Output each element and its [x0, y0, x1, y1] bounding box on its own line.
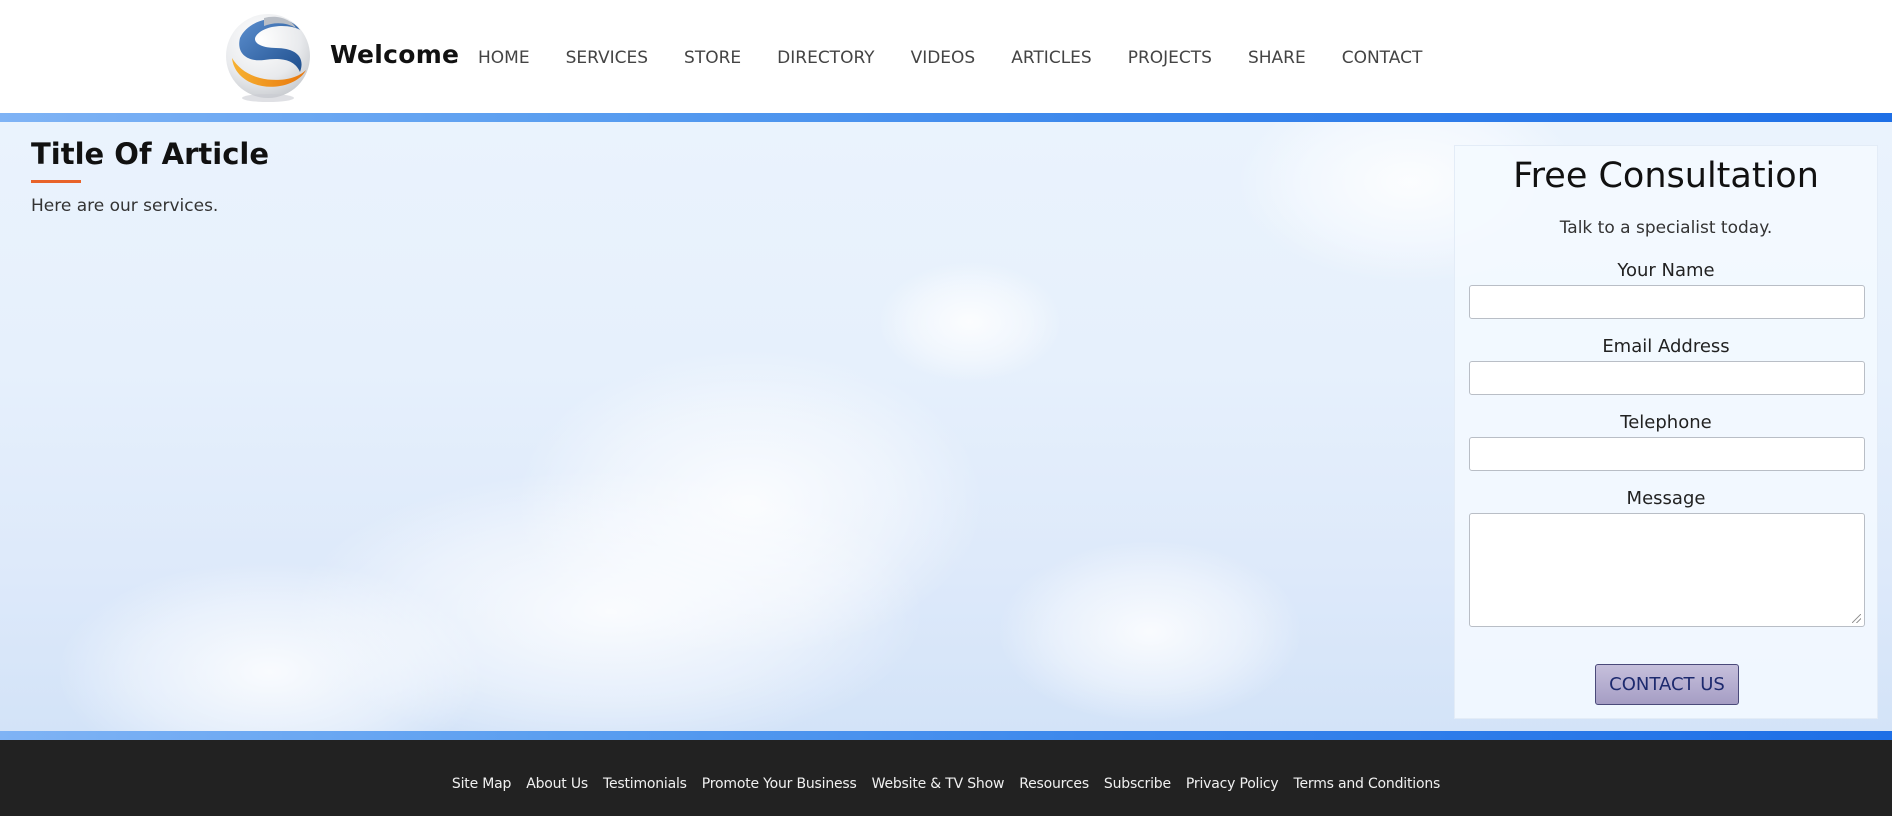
cloud-decoration [880, 262, 1060, 382]
footer-link-site-map[interactable]: Site Map [452, 776, 511, 792]
nav-services[interactable]: SERVICES [566, 48, 648, 68]
resize-grip-icon[interactable] [1852, 614, 1861, 623]
site-footer: Site Map About Us Testimonials Promote Y… [0, 740, 1892, 816]
consultation-title: Free Consultation [1513, 156, 1819, 196]
consultation-subtitle: Talk to a specialist today. [1559, 218, 1773, 238]
nav-contact[interactable]: CONTACT [1342, 48, 1423, 68]
footer-link-testimonials[interactable]: Testimonials [603, 776, 687, 792]
title-underline [31, 180, 81, 183]
message-textarea[interactable] [1469, 513, 1865, 627]
footer-link-about-us[interactable]: About Us [526, 776, 588, 792]
main-content: Title Of Article Here are our services. … [0, 122, 1892, 731]
header-divider-band [0, 113, 1892, 122]
consultation-form: Free Consultation Talk to a specialist t… [1454, 145, 1878, 719]
footer-link-website-tv-show[interactable]: Website & TV Show [872, 776, 1005, 792]
message-label: Message [1626, 488, 1706, 509]
cloud-decoration [1000, 542, 1300, 722]
telephone-label: Telephone [1620, 412, 1712, 433]
nav-videos[interactable]: VIDEOS [911, 48, 976, 68]
contact-us-button[interactable]: CONTACT US [1595, 664, 1739, 705]
footer-links: Site Map About Us Testimonials Promote Y… [0, 776, 1892, 792]
nav-directory[interactable]: DIRECTORY [777, 48, 874, 68]
email-label: Email Address [1602, 336, 1730, 357]
article-body: Here are our services. [31, 196, 219, 216]
globe-logo-icon[interactable] [220, 8, 316, 104]
nav-articles[interactable]: ARTICLES [1011, 48, 1091, 68]
footer-divider-band [0, 731, 1892, 740]
footer-link-promote-business[interactable]: Promote Your Business [702, 776, 857, 792]
telephone-input[interactable] [1469, 437, 1865, 471]
footer-link-subscribe[interactable]: Subscribe [1104, 776, 1171, 792]
site-brand[interactable]: Welcome [330, 40, 459, 69]
footer-link-terms[interactable]: Terms and Conditions [1294, 776, 1441, 792]
footer-link-privacy-policy[interactable]: Privacy Policy [1186, 776, 1279, 792]
email-input[interactable] [1469, 361, 1865, 395]
main-nav: HOME SERVICES STORE DIRECTORY VIDEOS ART… [478, 48, 1458, 68]
name-input[interactable] [1469, 285, 1865, 319]
name-label: Your Name [1617, 260, 1715, 281]
site-header: Welcome HOME SERVICES STORE DIRECTORY VI… [0, 0, 1892, 113]
nav-projects[interactable]: PROJECTS [1128, 48, 1212, 68]
nav-home[interactable]: HOME [478, 48, 530, 68]
footer-link-resources[interactable]: Resources [1019, 776, 1089, 792]
nav-store[interactable]: STORE [684, 48, 741, 68]
article-title: Title Of Article [31, 137, 270, 171]
nav-share[interactable]: SHARE [1248, 48, 1306, 68]
